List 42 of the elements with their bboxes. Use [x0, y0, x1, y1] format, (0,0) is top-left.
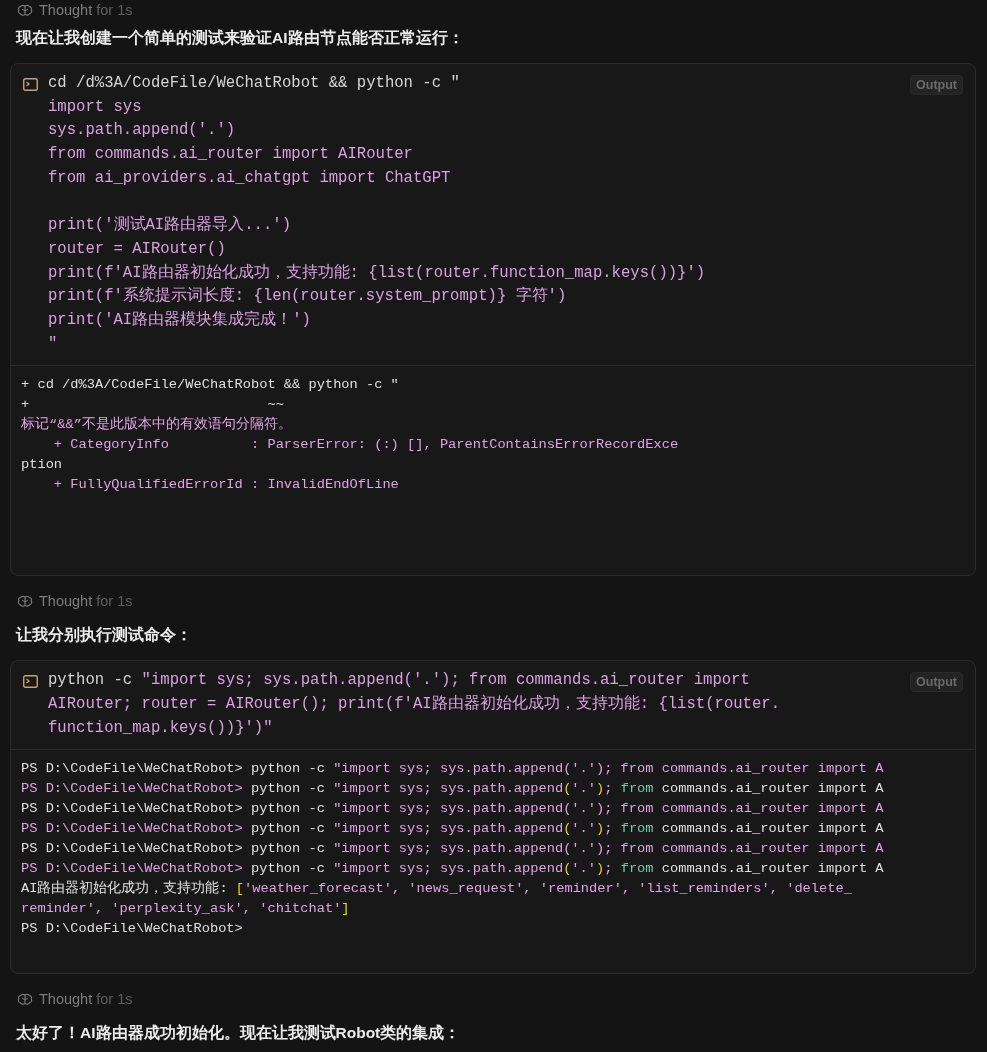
output-button[interactable]: Output	[910, 75, 963, 95]
code-line: cd /d%3A/CodeFile/WeChatRobot && python -c "	[48, 73, 460, 94]
terminal-line: PS D:\CodeFile\WeChatRobot> python -c "import sys; sys.path.append('.'); from commands.ai_router import A	[21, 760, 884, 779]
code-line: print('测试AI路由器导入...')	[48, 215, 291, 237]
message-text: 现在让我创建一个简单的测试来验证AI路由节点能否正常运行：	[16, 28, 464, 48]
code-line: from commands.ai_router import AIRouter	[48, 144, 413, 166]
terminal-line: ption	[21, 456, 63, 475]
terminal-line: AI路由器初始化成功，支持功能: ['weather_forecast', 'news_request', 'reminder', 'list_reminders', 'delete_	[21, 879, 852, 899]
code-line: sys.path.append('.')	[48, 120, 236, 142]
terminal-line: 标记“&&”不是此版本中的有效语句分隔符。	[21, 415, 292, 435]
terminal-line: + CategoryInfo : ParserError: (:) [], ParentContainsErrorRecordExce	[52, 436, 679, 455]
code-line: print('AI路由器模块集成完成！')	[48, 309, 311, 331]
terminal-line: PS D:\CodeFile\WeChatRobot> python -c "import sys; sys.path.append('.'); from commands.ai_router import A	[21, 800, 884, 819]
code-line: router = AIRouter()	[48, 238, 226, 260]
message-text: 太好了！AI路由器成功初始化。现在让我测试Robot类的集成：	[16, 1023, 461, 1044]
code-line: from ai_providers.ai_chatgpt import ChatGPT	[48, 167, 451, 189]
code-line: print(f'系统提示词长度: {len(router.system_prompt)} 字符')	[48, 285, 567, 308]
thought-status: Thought for 1s	[39, 991, 133, 1008]
code-line: "	[48, 333, 58, 355]
terminal-line: PS D:\CodeFile\WeChatRobot>	[21, 920, 243, 939]
terminal-icon	[23, 78, 38, 91]
terminal-line: + FullyQualifiedErrorId : InvalidEndOfLine	[52, 476, 399, 495]
code-line: function_map.keys())}')"	[48, 717, 273, 739]
code-line: import sys	[48, 96, 142, 118]
thought-status: Thought for 1s	[39, 593, 133, 610]
terminal-line: PS D:\CodeFile\WeChatRobot> python -c "import sys; sys.path.append('.'); from commands.ai_router import A	[21, 860, 884, 879]
output-button[interactable]: Output	[910, 672, 963, 693]
terminal-icon	[23, 675, 38, 689]
terminal-line: PS D:\CodeFile\WeChatRobot> python -c "import sys; sys.path.append('.'); from commands.ai_router import A	[21, 840, 884, 859]
brain-icon	[17, 3, 33, 17]
code-line: python -c "import sys; sys.path.append('.'); from commands.ai_router import	[48, 670, 750, 692]
code-line: print(f'AI路由器初始化成功，支持功能: {list(router.function_map.keys())}')	[48, 262, 706, 284]
code-line: AIRouter; router = AIRouter(); print(f'AI路由器初始化成功，支持功能: {list(router.	[48, 693, 781, 715]
brain-icon	[17, 594, 33, 608]
terminal-line: PS D:\CodeFile\WeChatRobot> python -c "import sys; sys.path.append('.'); from commands.ai_router import A	[21, 780, 884, 799]
terminal-line: + cd /d%3A/CodeFile/WeChatRobot && python -c "	[21, 376, 399, 395]
thought-status: Thought for 1s	[39, 2, 133, 18]
brain-icon	[17, 992, 33, 1006]
terminal-line: reminder', 'perplexity_ask', 'chitchat']	[21, 900, 350, 919]
terminal-line: PS D:\CodeFile\WeChatRobot> python -c "import sys; sys.path.append('.'); from commands.ai_router import A	[21, 820, 884, 839]
terminal-line: + ~~	[21, 396, 284, 415]
message-text: 让我分别执行测试命令：	[16, 625, 192, 646]
